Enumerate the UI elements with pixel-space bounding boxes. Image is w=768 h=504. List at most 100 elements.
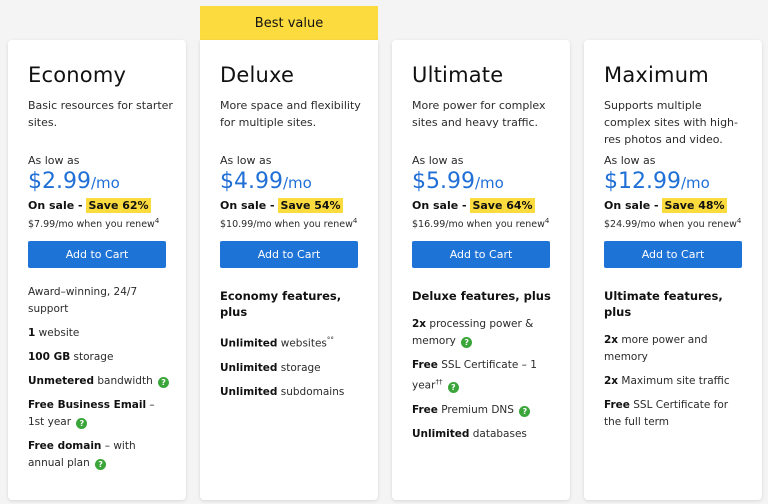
feature-text: subdomains: [277, 385, 345, 398]
add-to-cart-button[interactable]: Add to Cart: [220, 241, 358, 269]
feature-item: Unlimited storage: [220, 360, 366, 377]
plan-price: $2.99/mo: [28, 169, 174, 196]
feature-text: storage: [70, 351, 114, 364]
plan-card-ultimate: Ultimate More power for complex sites and…: [392, 40, 570, 500]
renew-price: $16.99/mo when you renew4: [412, 214, 558, 232]
features-heading: Deluxe features, plus: [412, 289, 551, 304]
renew-text: $24.99/mo when you renew: [604, 219, 737, 231]
feature-item: Free Business Email – 1st year ?: [28, 397, 174, 431]
feature-text: databases: [469, 427, 527, 440]
feature-text: bandwidth: [94, 375, 153, 388]
renew-footnote: 4: [154, 217, 160, 225]
save-badge: Save 64%: [470, 198, 535, 213]
best-value-badge: Best value: [200, 6, 378, 40]
feature-text: more power and memory: [604, 334, 708, 364]
plan-price: $12.99/mo: [604, 169, 750, 196]
feature-item: 1 website: [28, 325, 174, 342]
plan-description: More space and flexibility for multiple …: [220, 99, 361, 129]
sale-prefix: On sale -: [220, 199, 279, 212]
plan-description: Supports multiple complex sites with hig…: [604, 99, 738, 146]
feature-text: Award–winning, 24/7 support: [28, 286, 138, 316]
plan-card-deluxe: Deluxe More space and flexibility for mul…: [200, 40, 378, 500]
sale-line: On sale - Save 64%: [412, 197, 558, 214]
help-circle-icon[interactable]: ?: [461, 337, 473, 349]
as-low-as-label: As low as: [28, 154, 80, 167]
feature-emphasis: Free Business Email: [28, 399, 147, 412]
features-heading: Economy features, plus: [220, 289, 342, 320]
feature-item: Free SSL Certificate for the full term: [604, 397, 750, 431]
renew-price: $24.99/mo when you renew4: [604, 214, 750, 232]
help-circle-icon[interactable]: ?: [447, 381, 459, 393]
feature-item: Unmetered bandwidth ?: [28, 373, 174, 390]
feature-emphasis: Unlimited: [220, 385, 278, 398]
help-circle-icon[interactable]: ?: [519, 405, 531, 417]
feature-item: Award–winning, 24/7 support: [28, 284, 174, 318]
help-circle-icon[interactable]: ?: [76, 418, 88, 430]
save-badge: Save 48%: [662, 198, 727, 213]
price-amount: $12.99: [604, 169, 681, 194]
add-to-cart-button[interactable]: Add to Cart: [412, 241, 550, 269]
save-badge: Save 62%: [86, 198, 151, 213]
feature-text: storage: [277, 361, 321, 374]
sale-line: On sale - Save 62%: [28, 197, 174, 214]
feature-emphasis: Free: [412, 359, 438, 372]
feature-footnote: ††: [435, 378, 443, 387]
plan-name: Maximum: [604, 63, 709, 87]
renew-price: $7.99/mo when you renew4: [28, 214, 174, 232]
feature-emphasis: 2x: [604, 334, 619, 347]
features-heading: Ultimate features, plus: [604, 289, 723, 320]
renew-footnote: 4: [352, 217, 358, 225]
feature-emphasis: Unmetered: [28, 375, 95, 388]
plan-name: Economy: [28, 63, 127, 87]
feature-text: Maximum site traffic: [618, 375, 730, 388]
plan-card-economy: Economy Basic resources for starter sites…: [8, 40, 186, 500]
feature-text: website: [35, 327, 80, 340]
feature-item: 2x processing power & memory ?: [412, 316, 558, 350]
plan-description: More power for complex sites and heavy t…: [412, 99, 546, 129]
as-low-as-label: As low as: [412, 154, 464, 167]
feature-list: 2x processing power & memory ? Free SSL C…: [412, 316, 558, 443]
price-period: /mo: [680, 174, 710, 192]
renew-price: $10.99/mo when you renew4: [220, 214, 366, 232]
plan-card-maximum: Maximum Supports multiple complex sites w…: [584, 40, 762, 500]
sale-prefix: On sale -: [28, 199, 87, 212]
plan-price: $4.99/mo: [220, 169, 366, 196]
feature-list: 2x more power and memory 2x Maximum site …: [604, 332, 750, 431]
feature-emphasis: 2x: [604, 375, 619, 388]
price-period: /mo: [474, 174, 504, 192]
help-circle-icon[interactable]: ?: [95, 459, 107, 471]
plan-description: Basic resources for starter sites.: [28, 99, 173, 129]
feature-item: Unlimited databases: [412, 426, 558, 443]
renew-text: $10.99/mo when you renew: [220, 219, 353, 231]
feature-emphasis: Free: [604, 399, 630, 412]
renew-text: $16.99/mo when you renew: [412, 219, 545, 231]
feature-item: Free domain – with annual plan ?: [28, 438, 174, 472]
price-period: /mo: [90, 174, 120, 192]
feature-footnote: °°: [326, 336, 334, 345]
feature-list: Award–winning, 24/7 support 1 website 100 …: [28, 284, 174, 472]
feature-text: websites: [277, 337, 327, 350]
feature-emphasis: Free: [412, 403, 438, 416]
as-low-as-label: As low as: [220, 154, 272, 167]
sale-prefix: On sale -: [412, 199, 471, 212]
feature-emphasis: Unlimited: [220, 337, 278, 350]
feature-text: Premium DNS: [437, 403, 514, 416]
price-period: /mo: [282, 174, 312, 192]
save-badge: Save 54%: [278, 198, 343, 213]
feature-item: 100 GB storage: [28, 349, 174, 366]
feature-item: 2x Maximum site traffic: [604, 373, 750, 390]
plan-price: $5.99/mo: [412, 169, 558, 196]
price-amount: $4.99: [220, 169, 283, 194]
feature-item: Free Premium DNS ?: [412, 402, 558, 419]
add-to-cart-button[interactable]: Add to Cart: [28, 241, 166, 269]
feature-emphasis: Unlimited: [220, 361, 278, 374]
help-circle-icon[interactable]: ?: [158, 377, 170, 389]
feature-list: Unlimited websites°° Unlimited storage Unl…: [220, 332, 366, 401]
add-to-cart-button[interactable]: Add to Cart: [604, 241, 742, 269]
sale-line: On sale - Save 48%: [604, 197, 750, 214]
as-low-as-label: As low as: [604, 154, 656, 167]
sale-line: On sale - Save 54%: [220, 197, 366, 214]
sale-prefix: On sale -: [604, 199, 663, 212]
price-amount: $2.99: [28, 169, 91, 194]
renew-text: $7.99/mo when you renew: [28, 219, 155, 231]
